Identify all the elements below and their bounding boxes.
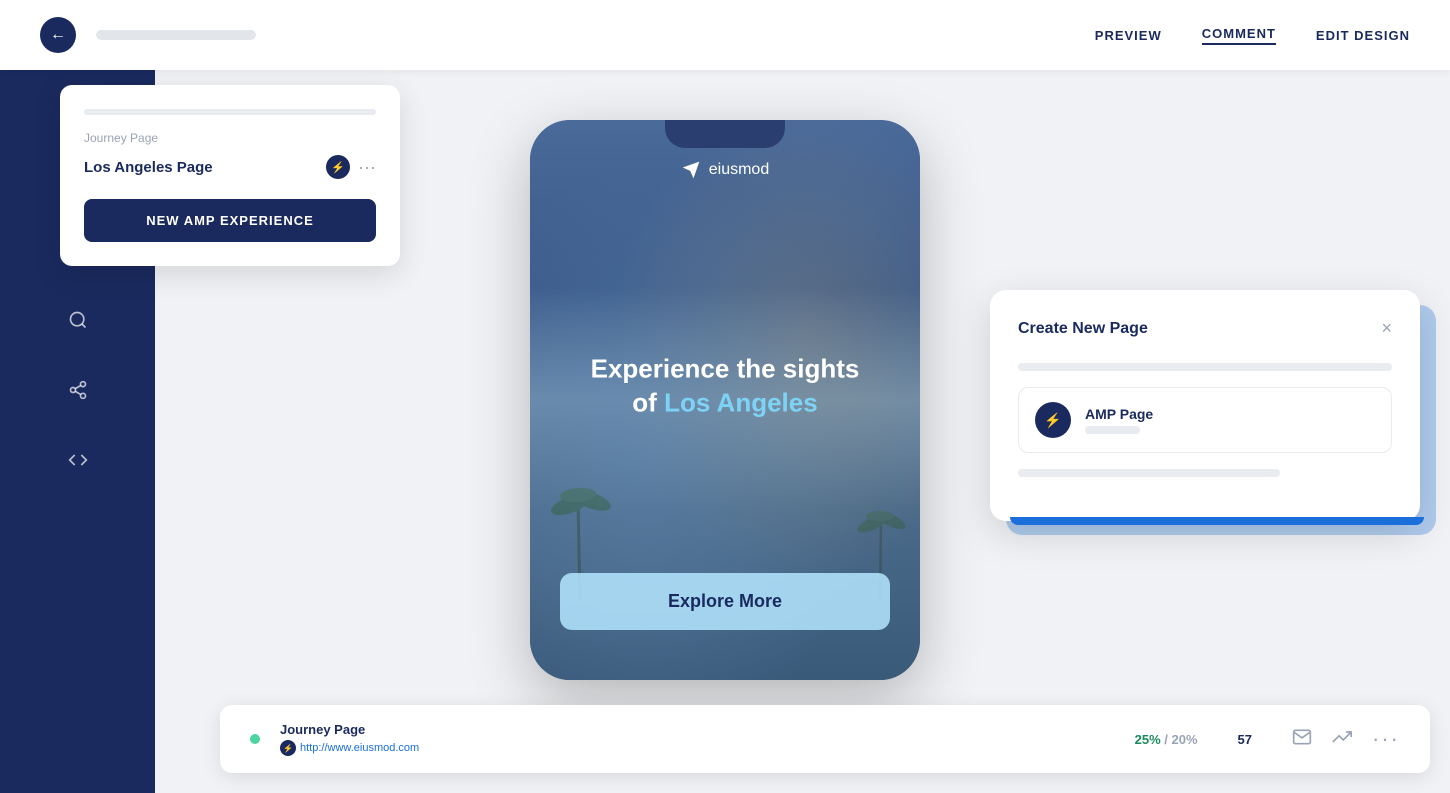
bottom-bar: Journey Page ⚡ http://www.eiusmod.com 25… [220,705,1430,773]
stat-number: 57 [1238,732,1252,747]
stat-percent-green: 25% [1135,732,1161,747]
top-nav: ← PREVIEW COMMENT EDIT DESIGN [0,0,1450,70]
url-amp-badge: ⚡ [280,740,296,756]
mobile-headline: Experience the sights of Los Angeles [530,353,920,421]
mail-icon[interactable] [1292,727,1312,752]
journey-divider-top [84,109,376,115]
option-bar-bottom [1018,469,1280,477]
back-button[interactable]: ← [40,17,76,53]
mobile-cta-button[interactable]: Explore More [560,573,890,630]
new-amp-experience-button[interactable]: NEW AMP EXPERIENCE [84,199,376,242]
create-panel-header: Create New Page × [1018,318,1392,339]
amp-page-option[interactable]: ⚡ AMP Page [1018,387,1392,453]
headline-line1: Experience the sights [591,354,860,384]
mobile-preview: eiusmod Experience the sights of Los Ang… [530,120,920,680]
nav-left: ← [40,17,256,53]
bottom-url-text: http://www.eiusmod.com [300,742,419,754]
bottom-stats: 25% / 20% 57 ··· [1135,726,1400,752]
create-new-page-panel: Create New Page × ⚡ AMP Page [990,290,1420,521]
nav-right: PREVIEW COMMENT EDIT DESIGN [1095,26,1410,45]
headline-highlight: Los Angeles [664,387,818,417]
sidebar-icon-share[interactable] [58,370,98,410]
journey-panel: Journey Page Los Angeles Page ⚡ ··· NEW … [60,85,400,266]
create-panel-title: Create New Page [1018,320,1148,338]
journey-row: Los Angeles Page ⚡ ··· [84,155,376,179]
bottom-actions: ··· [1292,726,1400,752]
stat-percent: 25% / 20% [1135,732,1198,747]
amp-option-content: AMP Page [1085,406,1153,434]
bottom-url: ⚡ http://www.eiusmod.com [280,740,1115,756]
more-icon[interactable]: ··· [1372,726,1400,752]
amp-option-label: AMP Page [1085,406,1153,422]
journey-page-name: Los Angeles Page [84,159,213,176]
headline-line2-prefix: of [632,387,664,417]
mobile-notch [665,120,785,148]
close-panel-button[interactable]: × [1381,318,1392,339]
journey-row-right: ⚡ ··· [326,155,376,179]
journey-section-label: Journey Page [84,131,376,145]
amp-option-icon: ⚡ [1035,402,1071,438]
nav-link-preview[interactable]: PREVIEW [1095,28,1162,43]
nav-link-edit-design[interactable]: EDIT DESIGN [1316,28,1410,43]
option-bar-top [1018,363,1392,371]
sidebar-icon-code[interactable] [58,440,98,480]
mobile-header: eiusmod [530,160,920,180]
amp-option-subtitle-bar [1085,426,1140,434]
bottom-page-name: Journey Page [280,722,1115,737]
chart-icon[interactable] [1332,727,1352,752]
bottom-info: Journey Page ⚡ http://www.eiusmod.com [280,722,1115,756]
status-dot [250,734,260,744]
stat-percent-divider: / [1164,732,1171,747]
nav-link-comment[interactable]: COMMENT [1202,26,1276,45]
sidebar-icon-search-doc[interactable] [58,300,98,340]
breadcrumb-bar [96,30,256,40]
journey-more-btn[interactable]: ··· [358,157,376,178]
amp-badge-icon: ⚡ [326,155,350,179]
mobile-brand-name: eiusmod [709,161,769,179]
stat-percent-gray: 20% [1172,732,1198,747]
